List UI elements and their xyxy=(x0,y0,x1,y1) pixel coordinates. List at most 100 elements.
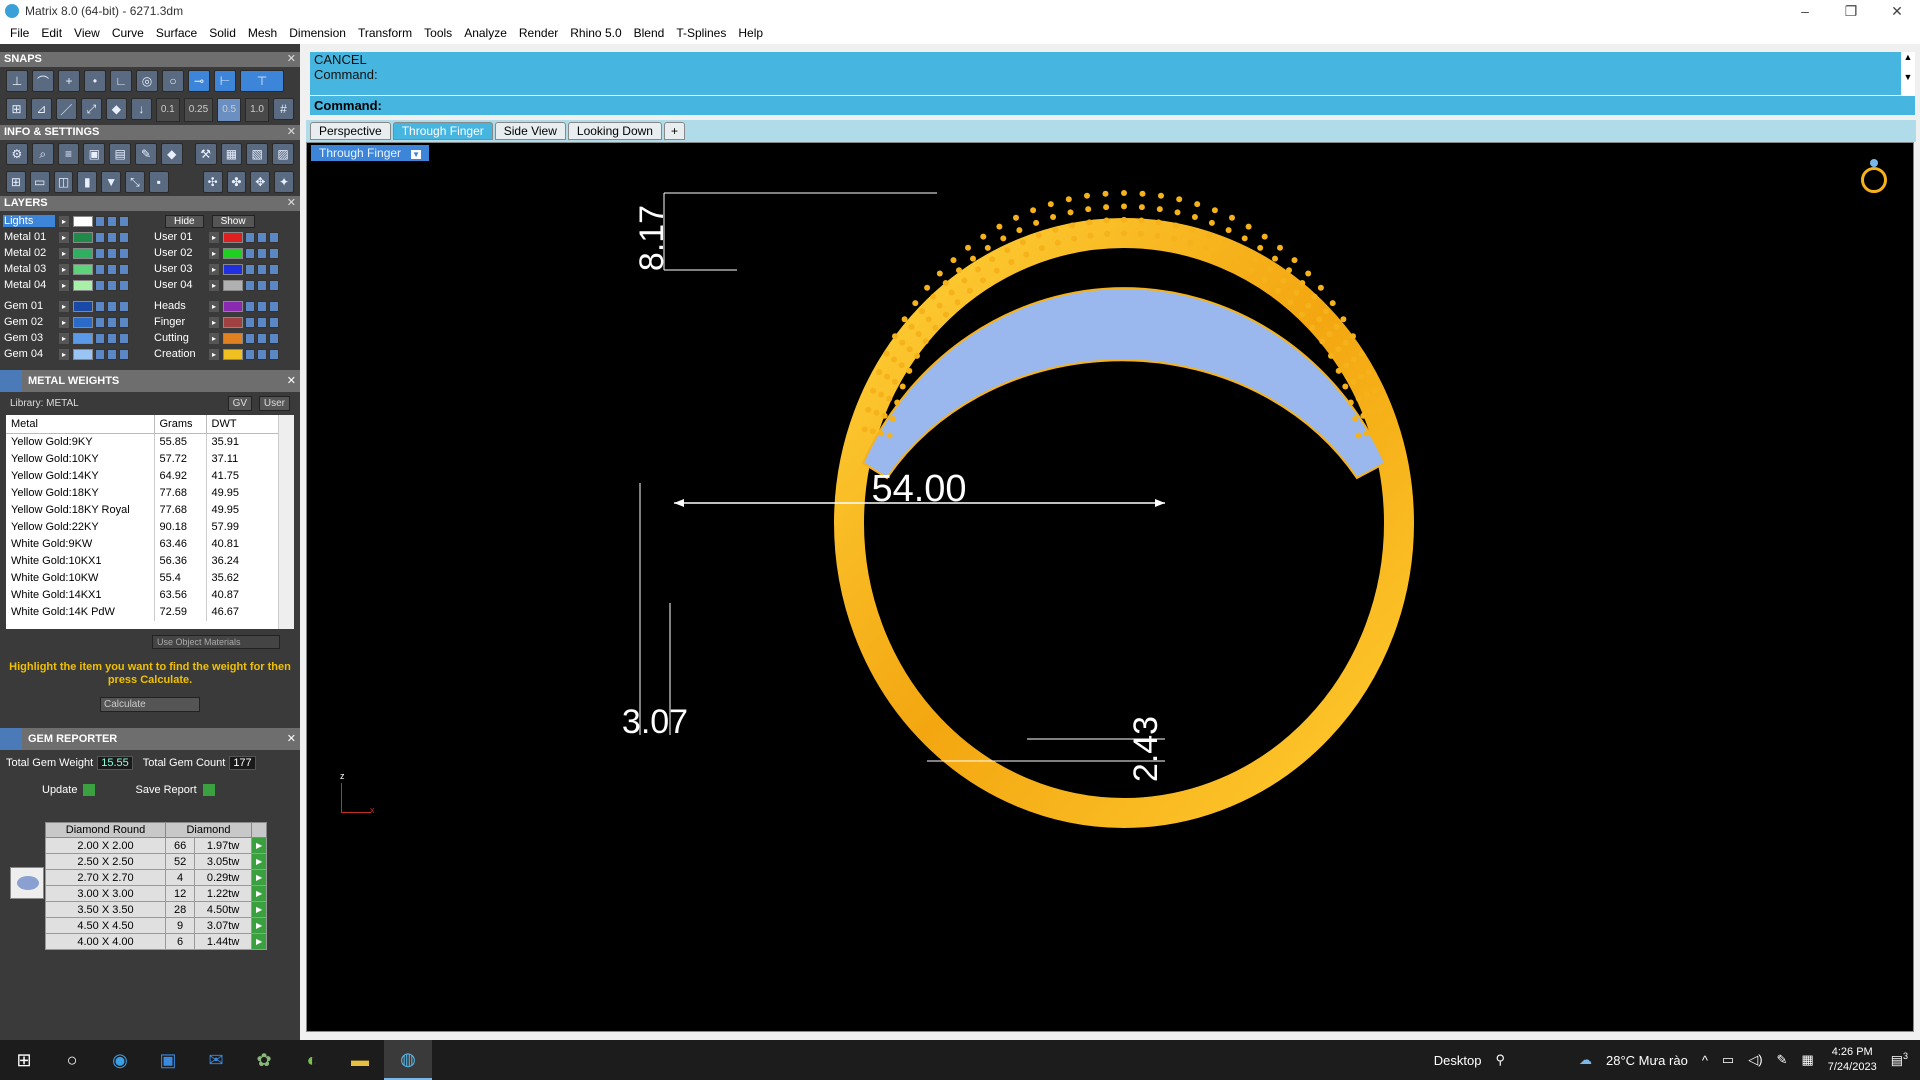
layer-color-swatch[interactable] xyxy=(223,300,243,312)
layer-name[interactable]: Metal 04 xyxy=(3,279,55,291)
lock-icon[interactable] xyxy=(95,332,105,344)
col-metal[interactable]: Metal xyxy=(6,415,155,434)
current-icon[interactable] xyxy=(119,215,129,227)
edge-icon[interactable]: ◉ xyxy=(96,1040,144,1080)
save-report-button[interactable]: Save Report xyxy=(135,784,215,797)
layer-color-swatch[interactable] xyxy=(223,279,243,291)
layer-name[interactable]: Gem 02 xyxy=(3,316,55,328)
table-row[interactable]: White Gold:10KX1 56.36 36.24 xyxy=(6,552,282,570)
tool-a-icon[interactable]: ⚒ xyxy=(194,143,217,165)
menu-analyze[interactable]: Analyze xyxy=(458,26,513,40)
expand-icon[interactable]: ▸ xyxy=(59,231,69,243)
visible-icon[interactable] xyxy=(257,348,267,360)
update-button[interactable]: Update xyxy=(42,784,96,797)
menu-dimension[interactable]: Dimension xyxy=(283,26,352,40)
layer-name[interactable]: Metal 02 xyxy=(3,247,55,259)
select-icon[interactable]: ⤡ xyxy=(125,171,145,193)
app-icon-1[interactable]: ✿ xyxy=(240,1040,288,1080)
current-icon[interactable] xyxy=(269,247,279,259)
visible-icon[interactable] xyxy=(257,279,267,291)
layer-color-swatch[interactable] xyxy=(73,231,93,243)
lock-icon[interactable] xyxy=(245,279,255,291)
tool-f-icon[interactable]: ✤ xyxy=(226,171,247,193)
tray-chevron-icon[interactable]: ^ xyxy=(1702,1053,1708,1068)
visible-icon[interactable] xyxy=(107,348,117,360)
lock-icon[interactable] xyxy=(95,300,105,312)
menu-help[interactable]: Help xyxy=(732,26,769,40)
lock-icon[interactable] xyxy=(245,300,255,312)
current-icon[interactable] xyxy=(269,300,279,312)
close-icon[interactable]: ✕ xyxy=(287,125,296,140)
layers-icon[interactable]: ≡ xyxy=(57,143,80,165)
layer-color-swatch[interactable] xyxy=(73,263,93,275)
lock-icon[interactable] xyxy=(95,263,105,275)
layer-name[interactable]: Gem 04 xyxy=(3,348,55,360)
line-snap-icon[interactable]: ／ xyxy=(55,98,77,120)
table-row[interactable]: White Gold:14KX1 63.56 40.87 xyxy=(6,586,282,604)
layer-row[interactable]: Lights ▸ xyxy=(3,213,153,229)
start-icon[interactable]: ⊞ xyxy=(0,1040,48,1080)
layer-row[interactable]: Heads ▸ xyxy=(153,298,303,314)
visible-icon[interactable] xyxy=(107,247,117,259)
select-gems-button[interactable]: ▶ xyxy=(250,853,268,870)
tab-perspective[interactable]: Perspective xyxy=(310,122,391,140)
lock-icon[interactable] xyxy=(245,231,255,243)
layer-color-swatch[interactable] xyxy=(73,215,93,227)
calculate-button[interactable]: Calculate xyxy=(100,697,200,712)
table-row[interactable]: 2.70 X 2.70 4 0.29tw ▶ xyxy=(45,869,268,886)
expand-icon[interactable]: ▸ xyxy=(59,279,69,291)
diamond-snap-icon[interactable]: ◆ xyxy=(105,98,127,120)
layer-color-swatch[interactable] xyxy=(73,300,93,312)
layer-color-swatch[interactable] xyxy=(223,231,243,243)
weather-icon[interactable]: ☁ xyxy=(1579,1052,1592,1068)
tool-b-icon[interactable]: ▦ xyxy=(220,143,243,165)
current-icon[interactable] xyxy=(119,332,129,344)
tool-e-icon[interactable]: ✣ xyxy=(202,171,223,193)
expand-icon[interactable]: ▸ xyxy=(209,263,219,275)
menu-view[interactable]: View xyxy=(68,26,106,40)
layer-name[interactable]: Gem 01 xyxy=(3,300,55,312)
app-icon-2[interactable]: ◐ xyxy=(288,1040,336,1080)
current-icon[interactable] xyxy=(269,279,279,291)
col-grams[interactable]: Grams xyxy=(154,415,207,434)
expand-icon[interactable]: ▸ xyxy=(59,215,69,227)
lock-icon[interactable] xyxy=(95,247,105,259)
layer-color-swatch[interactable] xyxy=(73,247,93,259)
visible-icon[interactable] xyxy=(257,231,267,243)
expand-icon[interactable]: ▸ xyxy=(59,316,69,328)
tool-c-icon[interactable]: ▧ xyxy=(246,143,269,165)
tab-side-view[interactable]: Side View xyxy=(494,122,566,140)
user-button[interactable]: User xyxy=(258,396,290,411)
gv-button[interactable]: GV xyxy=(227,396,253,411)
table-row[interactable]: White Gold:10KW 55.4 35.62 xyxy=(6,569,282,587)
snap-value-3[interactable]: 0.5 xyxy=(217,98,242,122)
visible-icon[interactable] xyxy=(107,215,117,227)
lock-icon[interactable] xyxy=(245,316,255,328)
doc-icon[interactable]: ▤ xyxy=(109,143,132,165)
close-icon[interactable]: ✕ xyxy=(287,732,296,745)
network-icon[interactable]: ▭ xyxy=(1722,1052,1734,1068)
layer-row[interactable]: User 04 ▸ xyxy=(153,277,303,293)
layer-row[interactable]: Metal 03 ▸ xyxy=(3,261,153,277)
menu-render[interactable]: Render xyxy=(513,26,564,40)
lock-icon[interactable] xyxy=(95,316,105,328)
mail-icon[interactable]: ✉ xyxy=(192,1040,240,1080)
tab-looking-down[interactable]: Looking Down xyxy=(567,122,662,140)
tool-d-icon[interactable]: ▨ xyxy=(272,143,294,165)
cube-icon[interactable]: ▣ xyxy=(83,143,106,165)
snap-near-icon[interactable]: ⌒ xyxy=(32,70,54,92)
menu-solid[interactable]: Solid xyxy=(203,26,242,40)
filter-icon[interactable]: ▼ xyxy=(101,171,122,193)
layer-color-swatch[interactable] xyxy=(223,316,243,328)
select-gems-button[interactable]: ▶ xyxy=(250,885,268,902)
grid-toggle-icon[interactable]: # xyxy=(273,98,294,120)
layer-row[interactable]: Gem 04 ▸ xyxy=(3,346,153,362)
tab-through-finger[interactable]: Through Finger xyxy=(392,122,493,140)
layer-name[interactable]: User 02 xyxy=(153,247,205,259)
lock-icon[interactable] xyxy=(245,332,255,344)
snap-planar-icon[interactable]: ⊤ xyxy=(240,70,284,92)
table-row[interactable]: 3.50 X 3.50 28 4.50tw ▶ xyxy=(45,901,268,918)
pen-icon[interactable]: ✎ xyxy=(135,143,157,165)
gem-icon[interactable]: ◆ xyxy=(160,143,183,165)
visible-icon[interactable] xyxy=(257,316,267,328)
